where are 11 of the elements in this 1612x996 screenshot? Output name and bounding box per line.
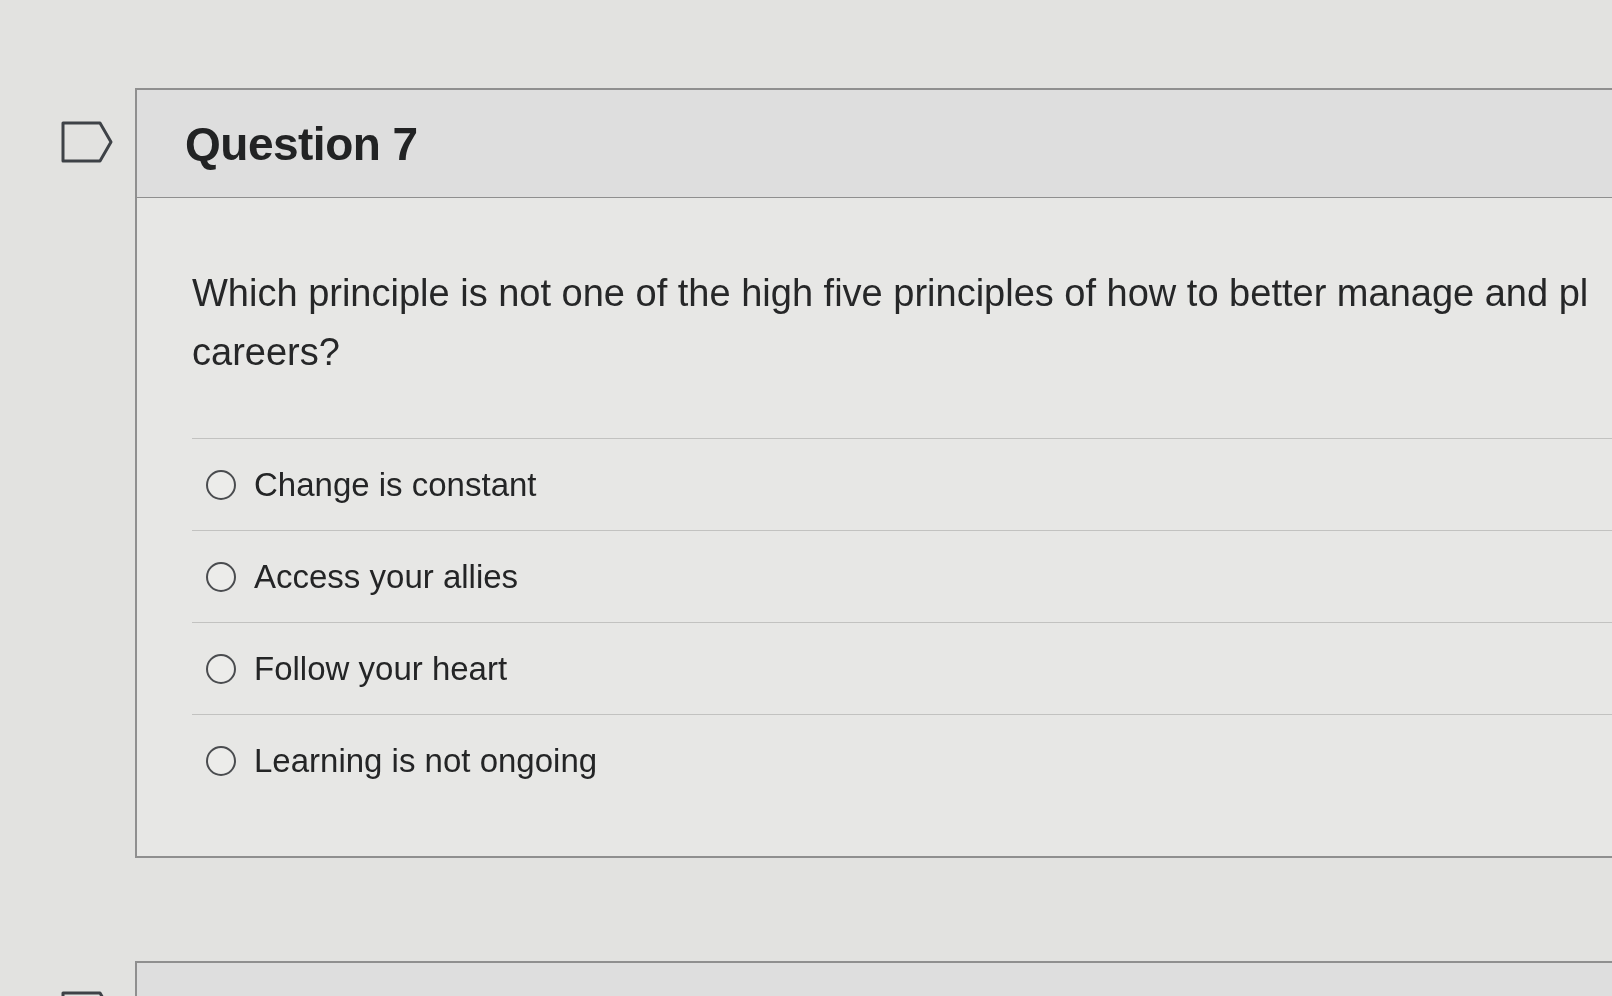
radio-button[interactable] [206,653,236,684]
answer-option-label[interactable]: Change is constant [254,465,537,504]
question-title: Question 7 [185,116,418,171]
answer-option-label[interactable]: Learning is not ongoing [254,741,598,780]
flag-icon[interactable] [61,121,113,163]
radio-button[interactable] [206,469,236,500]
answer-option-label[interactable]: Access your allies [254,557,519,596]
question-text: Which principle is not one of the high five principles of how to better manage and pl careers? [192,271,1590,375]
radio-button[interactable] [206,745,236,776]
radio-button[interactable] [206,561,236,592]
answer-option-label[interactable]: Follow your heart [254,649,508,688]
